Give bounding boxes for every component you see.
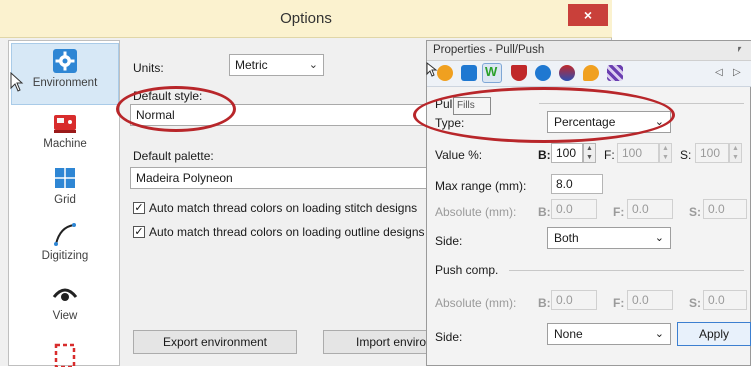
properties-toolbar: W ◁ ▷ — [427, 61, 751, 87]
close-button[interactable]: × — [568, 4, 608, 26]
divider — [539, 103, 744, 104]
push-side-select[interactable]: None ⌄ — [547, 323, 671, 345]
auto-match-stitch-label: Auto match thread colors on loading stit… — [149, 201, 418, 215]
properties-title: Properties - Pull/Push — [433, 44, 545, 56]
value-s-input[interactable]: 100 — [695, 143, 729, 163]
side-value: Both — [554, 231, 579, 245]
max-range-input[interactable]: 8.0 — [551, 174, 603, 194]
sidebar-item-label: Environment — [32, 77, 98, 89]
side-label: Side: — [435, 234, 463, 248]
sidebar-item-label: View — [52, 310, 78, 322]
properties-panel: Properties - Pull/Push ⎖ W ◁ ▷ Pull Fill… — [413, 40, 751, 366]
value-label: Value %: — [435, 148, 483, 162]
push-side-label: Side: — [435, 330, 463, 344]
units-select[interactable]: Metric ⌄ — [229, 54, 324, 76]
sidebar-item-label: Grid — [54, 194, 76, 206]
default-style-select[interactable]: Normal — [130, 104, 430, 126]
default-palette-value: Madeira Polyneon — [136, 171, 233, 185]
absolute-label: Absolute (mm): — [435, 205, 517, 219]
auto-match-stitch-checkbox[interactable]: ✓ — [133, 202, 145, 214]
pin-icon[interactable]: ⎖ — [735, 43, 744, 56]
window-title: Options — [280, 10, 332, 27]
export-environment-button[interactable]: Export environment — [133, 330, 297, 354]
default-style-value: Normal — [136, 108, 175, 122]
comment-icon[interactable] — [583, 65, 599, 81]
gear-icon[interactable] — [535, 65, 551, 81]
value-f-spinner[interactable]: ▲ ▼ — [659, 143, 672, 163]
side-select[interactable]: Both ⌄ — [547, 227, 671, 249]
curve-icon — [54, 223, 76, 246]
default-palette-select[interactable]: Madeira Polyneon — [130, 167, 430, 189]
gear-icon — [53, 49, 77, 73]
nav-next-icon[interactable]: ▷ — [733, 67, 741, 78]
eye-icon — [52, 288, 78, 301]
abs-s-input[interactable]: 0.0 — [703, 199, 747, 219]
sidebar-item-environment[interactable]: Environment — [11, 43, 119, 105]
f-label: F: — [604, 148, 615, 162]
sidebar-item-label: Digitizing — [41, 250, 89, 262]
tooltip: Fills — [453, 97, 491, 115]
chevron-down-icon: ⌄ — [308, 59, 318, 71]
default-style-label: Default style: — [133, 89, 203, 103]
selection-icon — [54, 343, 76, 367]
color-icon[interactable] — [559, 65, 575, 81]
sidebar-item-selection[interactable] — [9, 341, 121, 367]
pull-push-icon[interactable]: W — [482, 63, 502, 83]
thread-icon[interactable] — [511, 65, 527, 81]
value-f-input[interactable]: 100 — [617, 143, 659, 163]
b-label: B: — [538, 148, 551, 162]
f-label: F: — [613, 296, 625, 310]
units-value: Metric — [235, 58, 268, 72]
nav-prev-icon[interactable]: ◁ — [715, 67, 723, 78]
push-abs-b-input[interactable]: 0.0 — [551, 290, 597, 310]
sewing-machine-icon — [54, 115, 76, 133]
chevron-down-icon: ⌄ — [654, 232, 664, 244]
cursor-icon — [10, 72, 24, 92]
b-label: B: — [538, 296, 551, 310]
s-label: S: — [689, 296, 701, 310]
abs-b-input[interactable]: 0.0 — [551, 199, 597, 219]
value-s-spinner[interactable]: ▲ ▼ — [729, 143, 742, 163]
s-label: S: — [680, 148, 692, 162]
auto-match-outline-label: Auto match thread colors on loading outl… — [149, 225, 425, 239]
f-label: F: — [613, 205, 625, 219]
value-b-input[interactable]: 100 — [551, 143, 583, 163]
fill-icon[interactable] — [437, 65, 453, 81]
type-label: Type: — [435, 116, 465, 130]
value-b-spinner[interactable]: ▲ ▼ — [583, 143, 596, 163]
pattern-icon[interactable] — [607, 65, 623, 81]
sidebar-item-machine[interactable]: Machine — [9, 109, 121, 165]
outline-icon[interactable] — [461, 65, 477, 81]
apply-button[interactable]: Apply — [677, 322, 751, 346]
sidebar-item-grid[interactable]: Grid — [9, 165, 121, 221]
units-label: Units: — [133, 61, 164, 75]
sidebar-item-view[interactable]: View — [9, 281, 121, 337]
sidebar-item-label: Machine — [43, 138, 87, 150]
type-select[interactable]: Percentage ⌄ — [547, 111, 671, 133]
push-abs-f-input[interactable]: 0.0 — [627, 290, 673, 310]
options-sidebar: Environment Machine Grid Digitizing View — [8, 40, 121, 367]
s-label: S: — [689, 205, 701, 219]
push-absolute-label: Absolute (mm): — [435, 296, 517, 310]
type-value: Percentage — [554, 115, 616, 129]
push-side-value: None — [554, 327, 583, 341]
b-label: B: — [538, 205, 551, 219]
max-range-label: Max range (mm): — [435, 179, 527, 193]
pull-section-label: Pull — [435, 97, 456, 111]
cursor-icon — [426, 62, 438, 77]
auto-match-outline-checkbox[interactable]: ✓ — [133, 226, 145, 238]
divider — [509, 270, 744, 271]
push-abs-s-input[interactable]: 0.0 — [703, 290, 747, 310]
abs-f-input[interactable]: 0.0 — [627, 199, 673, 219]
chevron-down-icon: ⌄ — [654, 116, 664, 128]
sidebar-item-digitizing[interactable]: Digitizing — [9, 221, 121, 279]
chevron-down-icon: ⌄ — [654, 328, 664, 340]
default-palette-label: Default palette: — [133, 149, 214, 163]
push-section-label: Push comp. — [435, 263, 499, 277]
grid-icon — [55, 168, 75, 188]
